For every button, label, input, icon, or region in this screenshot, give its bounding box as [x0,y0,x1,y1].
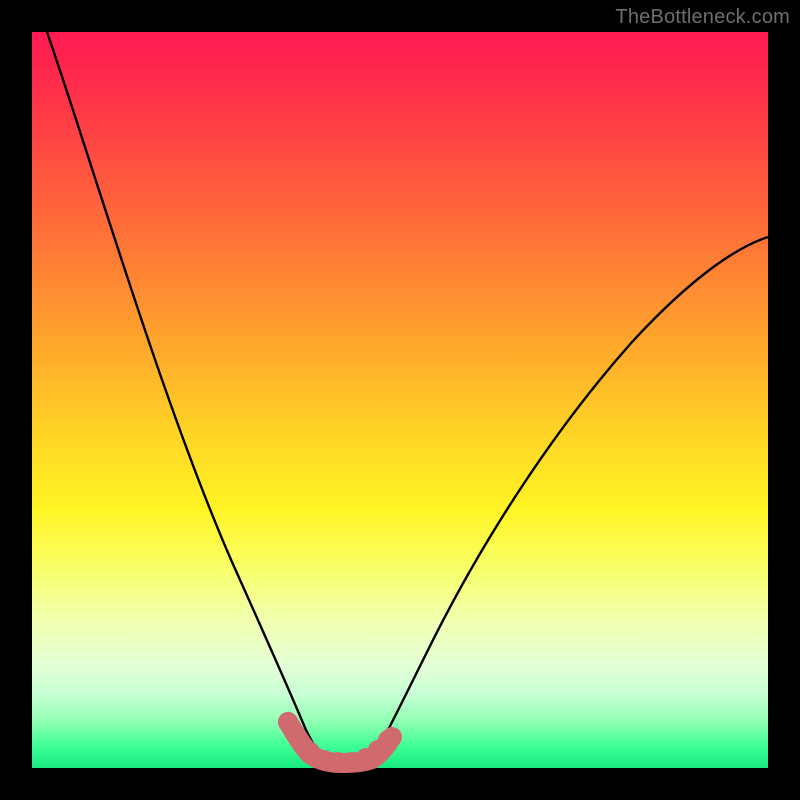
left-curve [47,32,325,762]
right-curve [370,237,768,762]
plot-area [32,32,768,768]
watermark-text: TheBottleneck.com [615,6,790,29]
chart-frame: TheBottleneck.com [0,0,800,800]
chart-svg [32,32,768,768]
